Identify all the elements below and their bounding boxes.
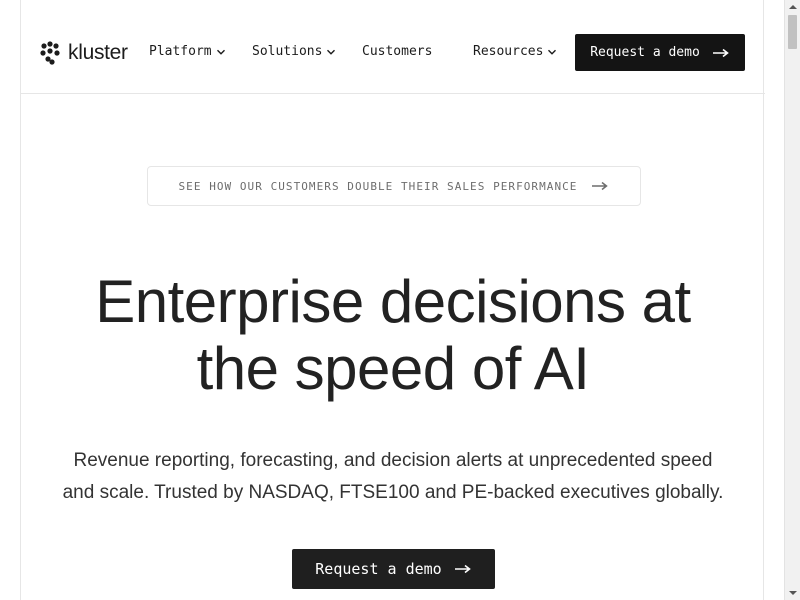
arrow-right-icon [712, 48, 729, 57]
request-demo-button[interactable]: Request a demo [575, 34, 745, 71]
vertical-scrollbar[interactable] [784, 0, 800, 600]
request-demo-label: Request a demo [590, 45, 700, 60]
customer-stories-banner[interactable]: SEE HOW OUR CUSTOMERS DOUBLE THEIR SALES… [147, 166, 641, 206]
nav-item-label: Customers [362, 44, 433, 59]
nav-item-solutions[interactable]: Solutions [252, 41, 336, 63]
page-frame: kluster Platform Solutions Customers Res… [20, 0, 765, 600]
nav-item-label: Platform [149, 44, 212, 59]
brand-logo[interactable]: kluster [40, 40, 128, 66]
site-header: kluster Platform Solutions Customers Res… [21, 0, 765, 94]
arrow-right-icon [454, 564, 471, 574]
brand-name: kluster [68, 41, 128, 64]
nav-item-resources[interactable]: Resources [473, 41, 557, 63]
banner-text: SEE HOW OUR CUSTOMERS DOUBLE THEIR SALES… [178, 179, 578, 193]
nav-item-label: Solutions [252, 44, 323, 59]
hero-subheading-line: and scale. Trusted by NASDAQ, FTSE100 an… [62, 482, 724, 503]
scrollbar-thumb[interactable] [788, 15, 797, 49]
chevron-down-icon [548, 49, 557, 55]
scroll-down-button[interactable] [785, 586, 800, 600]
hero-heading-line: Enterprise decisions at [95, 268, 691, 335]
nav-item-label: Resources [473, 44, 544, 59]
hero-heading: Enterprise decisions at the speed of AI [21, 268, 765, 402]
arrow-right-icon [592, 181, 609, 191]
scroll-up-button[interactable] [785, 0, 800, 14]
dot-cluster-logo-icon [40, 41, 60, 65]
triangle-up-icon [788, 5, 797, 9]
nav-item-customers[interactable]: Customers [362, 41, 432, 63]
hero-heading-line: the speed of AI [196, 335, 590, 402]
chevron-down-icon [327, 49, 336, 55]
hero-request-demo-button[interactable]: Request a demo [292, 549, 495, 589]
nav-item-platform[interactable]: Platform [149, 41, 226, 63]
hero-subheading-line: Revenue reporting, forecasting, and deci… [73, 450, 713, 471]
hero-request-demo-label: Request a demo [315, 560, 442, 578]
hero-subheading: Revenue reporting, forecasting, and deci… [51, 445, 735, 509]
triangle-down-icon [788, 591, 797, 595]
chevron-down-icon [216, 49, 225, 55]
